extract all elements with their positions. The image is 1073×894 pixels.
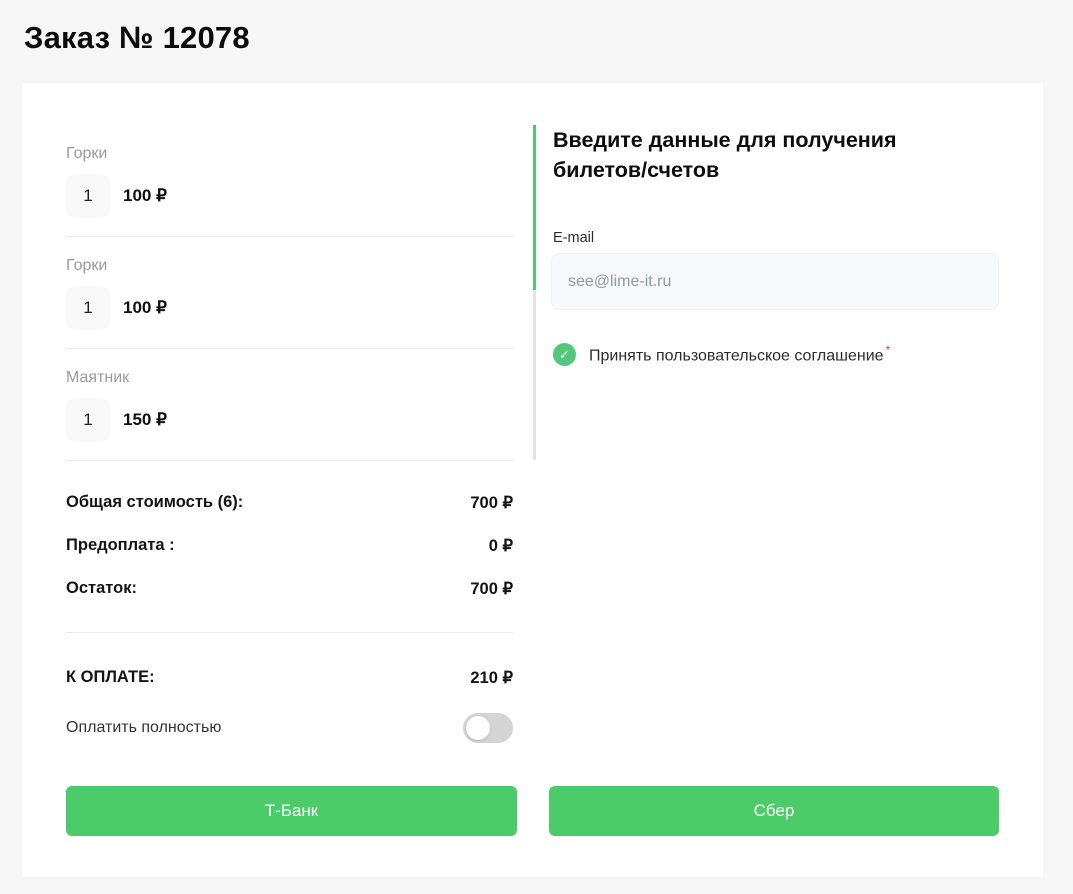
- total-row: Предоплата : 0 ₽: [66, 536, 513, 556]
- total-label: Остаток:: [66, 579, 137, 599]
- form-heading: Введите данные для получения билетов/сче…: [553, 125, 973, 185]
- due-value: 210 ₽: [470, 668, 513, 688]
- item-row: 1 100 ₽: [66, 286, 167, 330]
- due-row: К ОПЛАТЕ: 210 ₽: [66, 668, 513, 688]
- item-name: Горки: [66, 145, 107, 163]
- total-label: Общая стоимость (6):: [66, 493, 243, 513]
- pay-full-label: Оплатить полностью: [66, 719, 221, 737]
- tbank-button[interactable]: Т-Банк: [66, 786, 517, 836]
- pay-full-toggle[interactable]: [463, 713, 513, 743]
- agreement-label: Принять пользовательское соглашение*: [589, 343, 890, 365]
- order-card: Горки 1 100 ₽ Горки 1 100 ₽ Маятник 1 15…: [22, 83, 1043, 877]
- due-label: К ОПЛАТЕ:: [66, 668, 155, 688]
- checkbox-checked-icon[interactable]: ✓: [553, 343, 576, 366]
- item-name: Горки: [66, 257, 107, 275]
- total-label: Предоплата :: [66, 536, 175, 556]
- total-value: 700 ₽: [470, 493, 513, 513]
- agreement-checkbox-row[interactable]: ✓ Принять пользовательское соглашение*: [553, 343, 890, 366]
- quantity-stepper[interactable]: 1: [66, 286, 110, 330]
- total-value: 0 ₽: [489, 536, 513, 556]
- quantity-stepper[interactable]: 1: [66, 398, 110, 442]
- item-price: 150 ₽: [123, 410, 167, 430]
- item-price: 100 ₽: [123, 186, 167, 206]
- total-value: 700 ₽: [470, 579, 513, 599]
- agreement-label-text: Принять пользовательское соглашение: [589, 348, 884, 365]
- divider: [66, 632, 513, 633]
- column-divider: [533, 290, 536, 460]
- total-row: Остаток: 700 ₽: [66, 579, 513, 599]
- required-asterisk: *: [886, 343, 891, 357]
- pay-full-row: Оплатить полностью: [66, 713, 513, 743]
- item-row: 1 150 ₽: [66, 398, 167, 442]
- item-name: Маятник: [66, 369, 129, 387]
- column-accent-bar: [533, 125, 536, 290]
- item-price: 100 ₽: [123, 298, 167, 318]
- item-row: 1 100 ₽: [66, 174, 167, 218]
- quantity-stepper[interactable]: 1: [66, 174, 110, 218]
- email-field[interactable]: [551, 253, 999, 310]
- total-row: Общая стоимость (6): 700 ₽: [66, 493, 513, 513]
- divider: [66, 348, 513, 349]
- page-title: Заказ № 12078: [24, 20, 250, 56]
- divider: [66, 236, 513, 237]
- divider: [66, 460, 513, 461]
- email-label: E-mail: [553, 230, 594, 246]
- sber-button[interactable]: Сбер: [549, 786, 999, 836]
- toggle-knob: [466, 716, 490, 740]
